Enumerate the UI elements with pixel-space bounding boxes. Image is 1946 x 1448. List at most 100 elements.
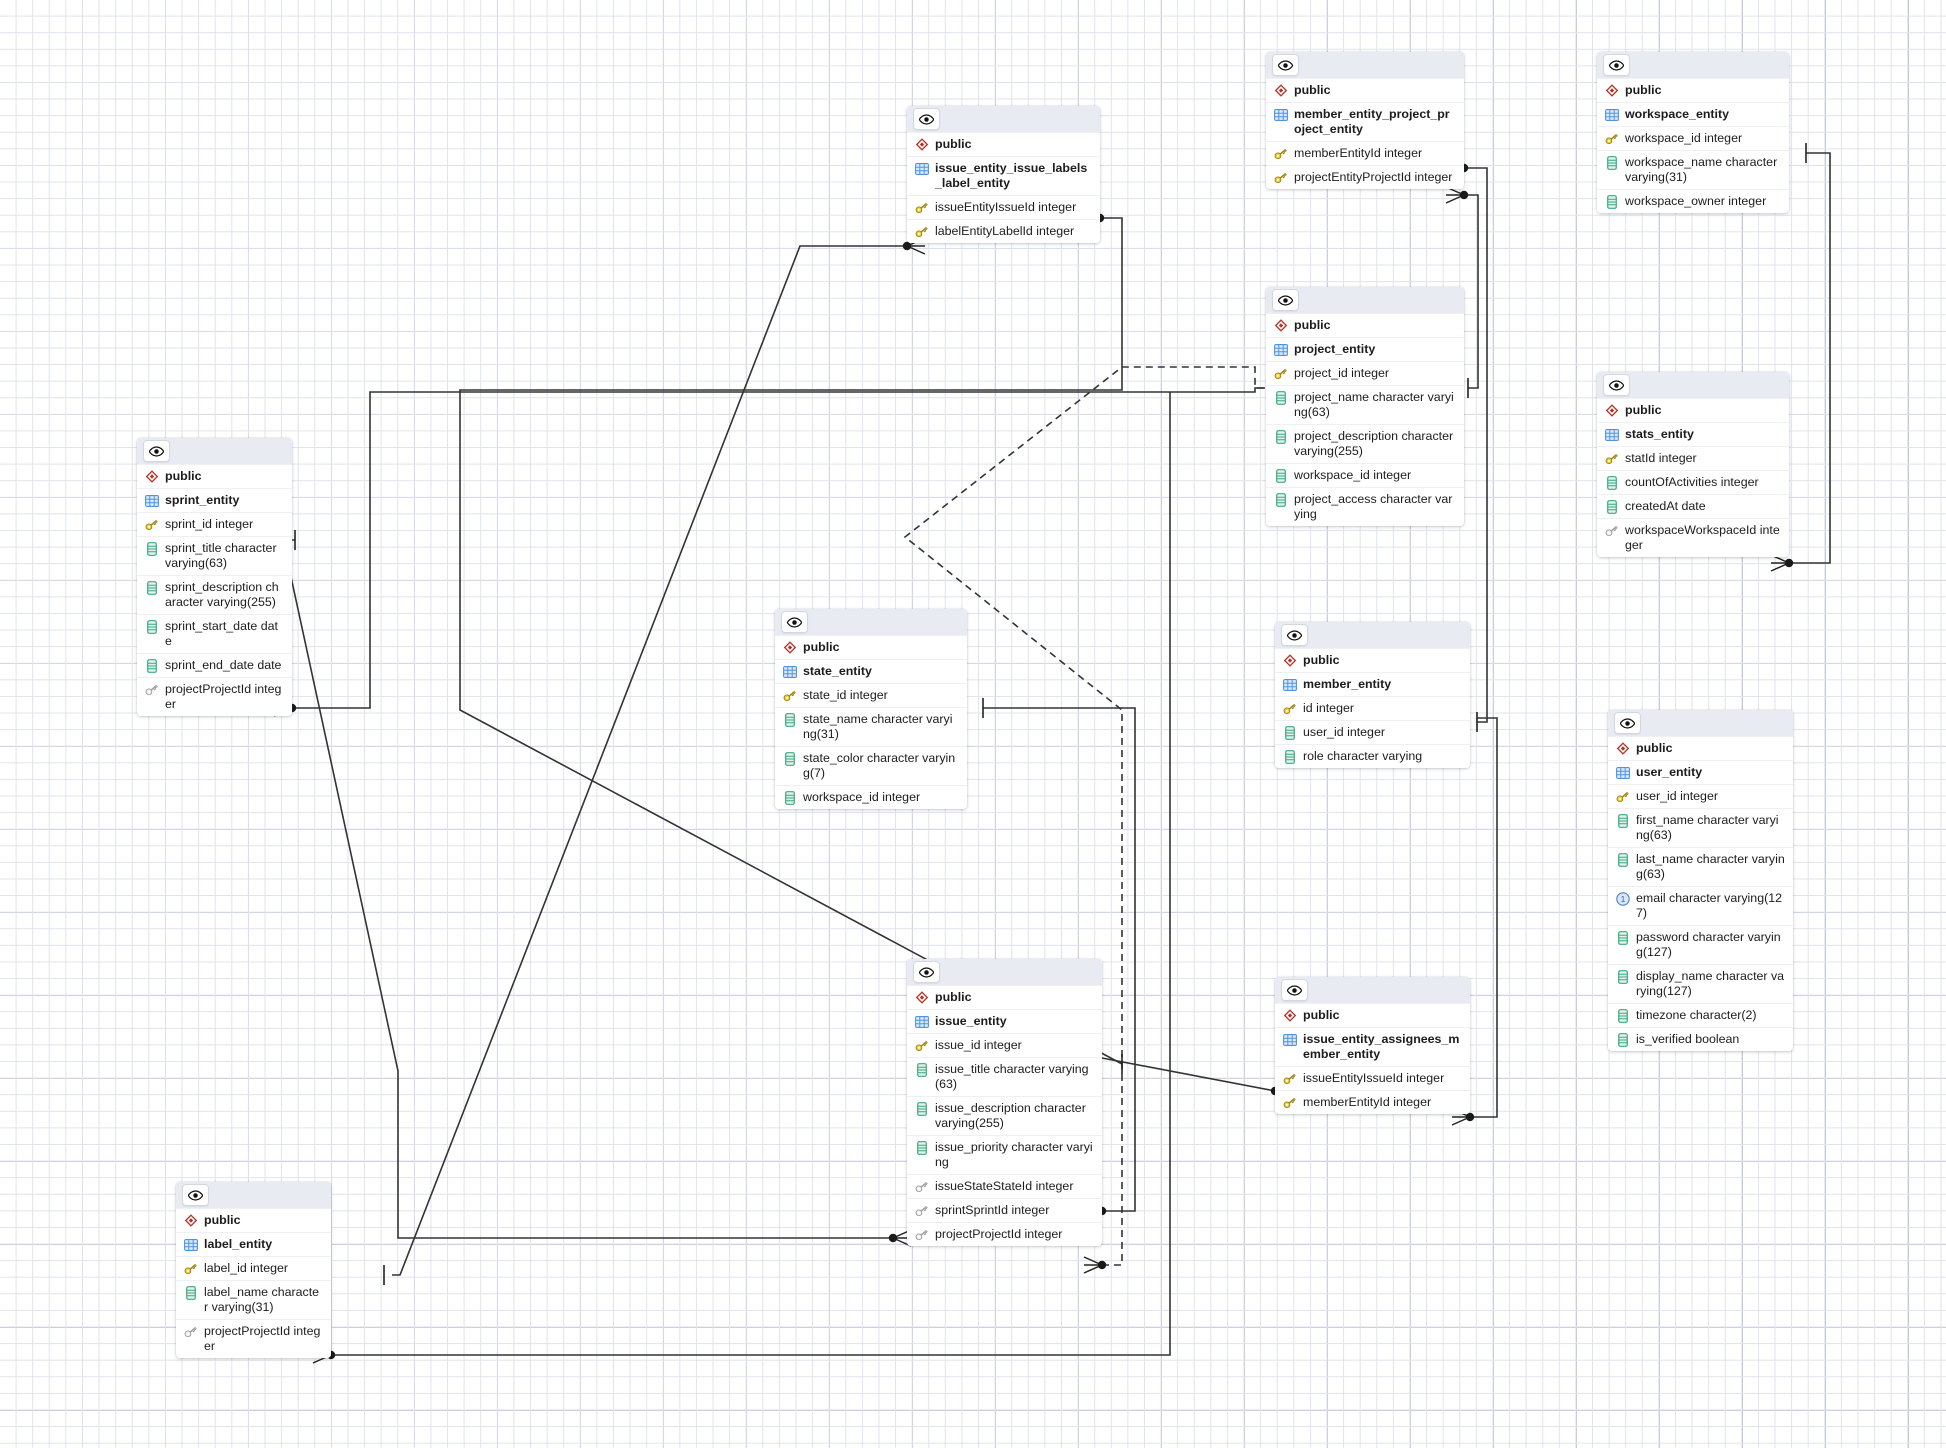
schema-name: public — [1294, 318, 1331, 332]
table-header — [1597, 372, 1789, 398]
eye-icon[interactable] — [1603, 374, 1630, 396]
eye-icon[interactable] — [143, 440, 170, 462]
table-sprint-entity[interactable]: public sprint_entity sprint_id integer s… — [137, 438, 292, 716]
eye-icon[interactable] — [1281, 624, 1308, 646]
column-row: memberEntityId integer — [1275, 1090, 1470, 1114]
column-name: sprint_start_date date — [165, 619, 278, 648]
column-name: project_access character varying — [1294, 492, 1453, 521]
table-user-entity[interactable]: public user_entity user_id integer first… — [1608, 710, 1793, 1051]
primary-key-icon — [914, 200, 929, 215]
table-name: member_entity_project_project_entity — [1294, 107, 1450, 136]
schema-diamond-icon — [1604, 403, 1619, 418]
table-grid-icon — [1282, 1032, 1297, 1047]
table-grid-icon — [144, 493, 159, 508]
column-row: 1 email character varying(127) — [1608, 886, 1793, 925]
schema-row: public — [1266, 313, 1464, 337]
column-row: issue_priority character varying — [907, 1135, 1102, 1174]
column-icon — [1615, 852, 1630, 867]
column-name: memberEntityId integer — [1303, 1095, 1432, 1109]
table-header — [1275, 977, 1470, 1003]
schema-diamond-icon — [1273, 83, 1288, 98]
column-row: workspace_id integer — [1266, 463, 1464, 487]
column-row: projectProjectId integer — [137, 677, 292, 716]
column-icon — [1615, 1032, 1630, 1047]
schema-name: public — [1294, 83, 1331, 97]
column-row: role character varying — [1275, 744, 1470, 768]
column-icon — [1604, 499, 1619, 514]
table-label-entity[interactable]: public label_entity label_id integer lab… — [176, 1182, 331, 1358]
table-grid-icon — [1604, 107, 1619, 122]
column-row: labelEntityLabelId integer — [907, 219, 1100, 243]
foreign-key-icon — [914, 1179, 929, 1194]
column-name: issue_priority character varying — [935, 1140, 1093, 1169]
column-row: memberEntityId integer — [1266, 141, 1464, 165]
column-row: password character varying(127) — [1608, 925, 1793, 964]
schema-row: public — [1608, 736, 1793, 760]
schema-diamond-icon — [782, 640, 797, 655]
table-issue-entity-assignees-member-entity[interactable]: public issue_entity_assignees_member_ent… — [1275, 977, 1470, 1114]
column-icon — [1615, 930, 1630, 945]
column-name: password character varying(127) — [1636, 930, 1781, 959]
schema-diamond-icon — [144, 469, 159, 484]
eye-icon[interactable] — [913, 961, 940, 983]
table-project-entity[interactable]: public project_entity project_id integer… — [1266, 287, 1464, 526]
eye-icon[interactable] — [913, 108, 940, 130]
column-row: project_description character varying(25… — [1266, 424, 1464, 463]
table-name: sprint_entity — [165, 493, 240, 507]
column-name: issueEntityIssueId integer — [935, 200, 1077, 214]
eye-icon[interactable] — [1281, 979, 1308, 1001]
column-icon — [1604, 155, 1619, 170]
foreign-key-icon — [183, 1324, 198, 1339]
column-icon — [782, 790, 797, 805]
table-issue-entity-issue-labels-label-entity[interactable]: public issue_entity_issue_labels_label_e… — [907, 106, 1100, 243]
unique-index-icon: 1 — [1615, 891, 1630, 906]
eye-icon[interactable] — [1603, 54, 1630, 76]
table-issue-entity[interactable]: public issue_entity issue_id integer iss… — [907, 959, 1102, 1246]
schema-diamond-icon — [1615, 741, 1630, 756]
column-icon — [144, 619, 159, 634]
eye-icon[interactable] — [1272, 54, 1299, 76]
primary-key-icon — [1273, 366, 1288, 381]
primary-key-icon — [183, 1261, 198, 1276]
table-header — [775, 609, 967, 635]
table-header — [1608, 710, 1793, 736]
column-row: workspaceWorkspaceId integer — [1597, 518, 1789, 557]
table-member-entity[interactable]: public member_entity id integer user_id … — [1275, 622, 1470, 768]
table-member-entity-project-project-entity[interactable]: public member_entity_project_project_ent… — [1266, 52, 1464, 189]
schema-name: public — [204, 1213, 241, 1227]
table-name-row: issue_entity_issue_labels_label_entity — [907, 156, 1100, 195]
schema-diamond-icon — [1282, 653, 1297, 668]
column-icon — [782, 751, 797, 766]
primary-key-icon — [914, 224, 929, 239]
eye-icon[interactable] — [781, 611, 808, 633]
column-row: sprint_title character varying(63) — [137, 536, 292, 575]
column-row: timezone character(2) — [1608, 1003, 1793, 1027]
column-name: countOfActivities integer — [1625, 475, 1759, 489]
column-icon — [1273, 429, 1288, 444]
er-diagram-canvas[interactable]: public sprint_entity sprint_id integer s… — [0, 0, 1946, 1448]
schema-name: public — [1303, 653, 1340, 667]
column-icon — [782, 712, 797, 727]
column-row: last_name character varying(63) — [1608, 847, 1793, 886]
column-icon — [1282, 749, 1297, 764]
table-name: label_entity — [204, 1237, 273, 1251]
column-name: user_id integer — [1303, 725, 1385, 739]
column-icon — [144, 580, 159, 595]
column-row: issueEntityIssueId integer — [1275, 1066, 1470, 1090]
table-grid-icon — [1273, 107, 1288, 122]
column-name: issueEntityIssueId integer — [1303, 1071, 1445, 1085]
column-icon — [1615, 1008, 1630, 1023]
table-workspace-entity[interactable]: public workspace_entity workspace_id int… — [1597, 52, 1789, 213]
table-state-entity[interactable]: public state_entity state_id integer sta… — [775, 609, 967, 809]
table-name-row: user_entity — [1608, 760, 1793, 784]
table-grid-icon — [1273, 342, 1288, 357]
table-stats-entity[interactable]: public stats_entity statId integer count… — [1597, 372, 1789, 557]
primary-key-icon — [144, 517, 159, 532]
schema-name: public — [1625, 83, 1662, 97]
eye-icon[interactable] — [1614, 712, 1641, 734]
eye-icon[interactable] — [182, 1184, 209, 1206]
table-header — [907, 959, 1102, 985]
column-name: project_description character varying(25… — [1294, 429, 1454, 458]
eye-icon[interactable] — [1272, 289, 1299, 311]
schema-row: public — [1275, 648, 1470, 672]
